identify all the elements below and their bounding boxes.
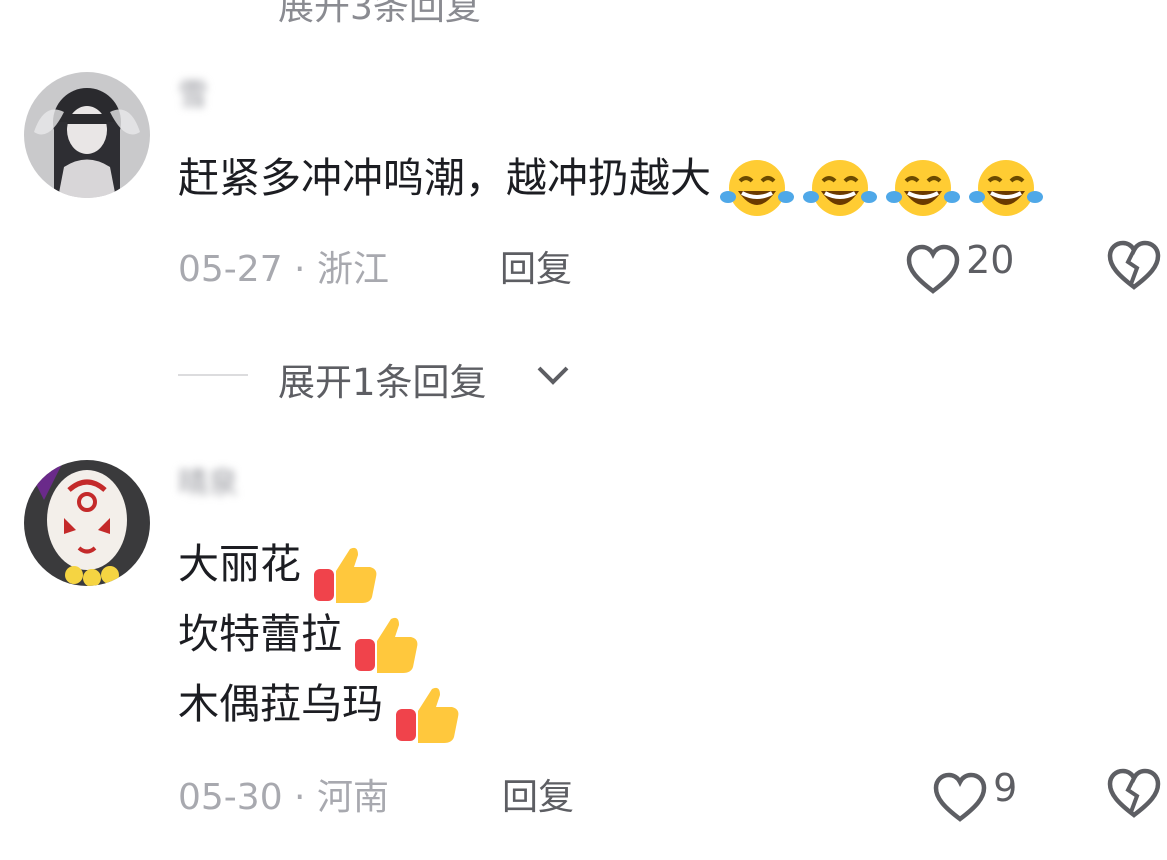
divider: [178, 374, 248, 376]
comment-line: 坎特蕾拉: [178, 610, 342, 658]
like-count: 20: [966, 238, 1015, 282]
like-button[interactable]: 20: [905, 238, 1014, 296]
dislike-button[interactable]: [1106, 238, 1162, 296]
comment-text: 赶紧多冲冲鸣潮，越冲扔越大: [178, 152, 1044, 219]
reply-button[interactable]: 回复: [500, 240, 572, 292]
dislike-button[interactable]: [1106, 766, 1162, 824]
avatar[interactable]: [24, 460, 150, 586]
reply-button[interactable]: 回复: [502, 768, 574, 820]
like-button[interactable]: 9: [932, 766, 1017, 824]
tears-of-joy-icon: [886, 159, 961, 216]
comment-line: 大丽花: [178, 540, 301, 588]
broken-heart-icon: [1107, 240, 1161, 290]
heart-icon: [933, 772, 987, 822]
tears-of-joy-icon: [720, 159, 795, 216]
expand-replies-label: 展开1条回复: [278, 361, 487, 404]
heart-icon: [906, 244, 960, 294]
comment-line-row: 大丽花: [178, 538, 462, 608]
thumbs-up-icon: [314, 547, 377, 603]
avatar[interactable]: [24, 72, 150, 198]
broken-heart-icon: [1107, 768, 1161, 818]
comment-line-row: 木偶菈乌玛: [178, 678, 462, 748]
like-count: 9: [993, 766, 1018, 810]
thumbs-up-icon: [355, 617, 418, 673]
username[interactable]: 雪: [178, 78, 208, 114]
comment-meta: 05-27 · 浙江: [178, 249, 389, 290]
chevron-down-icon: [537, 366, 569, 385]
comment-meta: 05-30 · 河南: [178, 777, 389, 818]
username[interactable]: 晴泉: [178, 466, 238, 502]
comment-line: 赶紧多冲冲鸣潮，越冲扔越大: [178, 154, 711, 202]
comment-line-row: 坎特蕾拉: [178, 608, 462, 678]
comment-line: 木偶菈乌玛: [178, 680, 383, 728]
thumbs-up-icon: [396, 687, 459, 743]
tears-of-joy-emoji-group: [716, 159, 1044, 216]
comment-text: 大丽花 坎特蕾拉 木偶菈乌玛: [178, 538, 462, 748]
expand-replies-partial[interactable]: 展开3条回复: [278, 0, 481, 30]
tears-of-joy-icon: [969, 159, 1044, 216]
tears-of-joy-icon: [803, 159, 878, 216]
